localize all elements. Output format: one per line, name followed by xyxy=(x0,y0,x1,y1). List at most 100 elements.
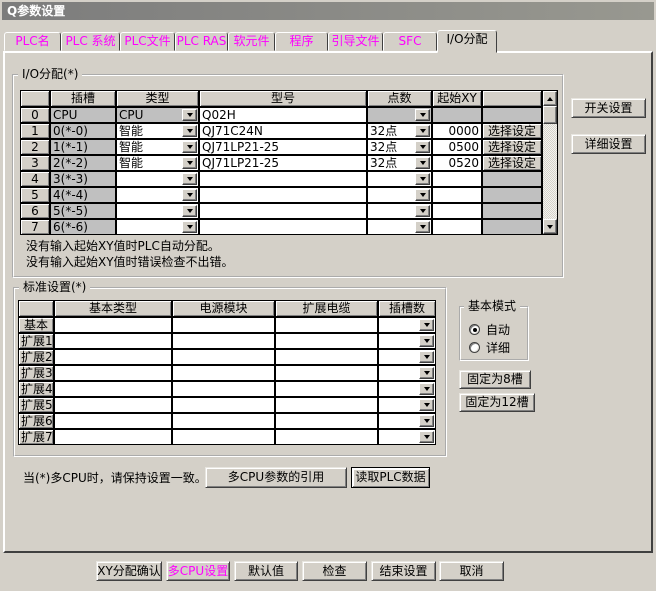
row-select-button[interactable]: 6 xyxy=(20,203,50,219)
model-input[interactable]: Q02H xyxy=(199,107,367,123)
tab-boot-file[interactable]: 引导文件 xyxy=(328,32,383,51)
slot-count-dropdown[interactable] xyxy=(378,333,436,349)
ext-cable-cell[interactable] xyxy=(275,397,378,413)
base-type-cell[interactable] xyxy=(54,397,172,413)
type-dropdown[interactable]: 智能 xyxy=(116,155,199,171)
base-type-cell[interactable] xyxy=(54,413,172,429)
read-plc-data-button[interactable]: 读取PLC数据 xyxy=(351,467,430,488)
dropdown-arrow-icon[interactable] xyxy=(182,173,197,185)
dropdown-arrow-icon[interactable] xyxy=(419,415,434,427)
points-dropdown[interactable] xyxy=(367,107,432,123)
power-module-cell[interactable] xyxy=(172,349,275,365)
model-input[interactable]: QJ71LP21-25 xyxy=(199,139,367,155)
model-input[interactable] xyxy=(199,187,367,203)
select-setting-button[interactable]: 选择设定 xyxy=(482,139,542,155)
power-module-cell[interactable] xyxy=(172,317,275,333)
power-module-cell[interactable] xyxy=(172,365,275,381)
model-input[interactable]: QJ71LP21-25 xyxy=(199,155,367,171)
power-module-cell[interactable] xyxy=(172,429,275,445)
fix-8-slot-button[interactable]: 固定为8槽 xyxy=(459,370,531,389)
dropdown-arrow-icon[interactable] xyxy=(419,399,434,411)
row-select-button[interactable]: 3 xyxy=(20,155,50,171)
tab-io-assignment[interactable]: I/O分配 xyxy=(437,30,497,53)
row-header-button[interactable]: 扩展7 xyxy=(18,429,54,445)
type-dropdown[interactable] xyxy=(116,187,199,203)
ext-cable-cell[interactable] xyxy=(275,429,378,445)
dropdown-arrow-icon[interactable] xyxy=(182,189,197,201)
type-dropdown[interactable] xyxy=(116,219,199,235)
dropdown-arrow-icon[interactable] xyxy=(182,109,197,121)
model-input[interactable] xyxy=(199,171,367,187)
power-module-cell[interactable] xyxy=(172,333,275,349)
tab-plc-file[interactable]: PLC文件 xyxy=(120,32,175,51)
cancel-button[interactable]: 取消 xyxy=(439,561,504,581)
points-dropdown[interactable] xyxy=(367,203,432,219)
row-select-button[interactable]: 7 xyxy=(20,219,50,235)
dropdown-arrow-icon[interactable] xyxy=(415,221,430,233)
slot-count-dropdown[interactable] xyxy=(378,381,436,397)
start-xy-input[interactable] xyxy=(432,171,482,187)
tab-plc-name[interactable]: PLC名 xyxy=(4,32,61,51)
slot-count-dropdown[interactable] xyxy=(378,413,436,429)
slot-count-dropdown[interactable] xyxy=(378,397,436,413)
points-dropdown[interactable]: 32点 xyxy=(367,155,432,171)
row-select-button[interactable]: 1 xyxy=(20,123,50,139)
check-button[interactable]: 检查 xyxy=(302,561,367,581)
ext-cable-cell[interactable] xyxy=(275,349,378,365)
select-setting-button[interactable]: 选择设定 xyxy=(482,123,542,139)
power-module-cell[interactable] xyxy=(172,413,275,429)
start-xy-input[interactable] xyxy=(432,203,482,219)
scroll-down-button[interactable] xyxy=(543,219,557,234)
slot-count-dropdown[interactable] xyxy=(378,349,436,365)
dropdown-arrow-icon[interactable] xyxy=(182,157,197,169)
model-input[interactable]: QJ71C24N xyxy=(199,123,367,139)
model-input[interactable] xyxy=(199,219,367,235)
dropdown-arrow-icon[interactable] xyxy=(419,367,434,379)
multi-cpu-parameter-ref-button[interactable]: 多CPU参数的引用 xyxy=(205,467,347,488)
row-header-button[interactable]: 基本 xyxy=(18,317,54,333)
tab-plc-system[interactable]: PLC 系统 xyxy=(61,32,120,51)
multi-cpu-setting-button[interactable]: 多CPU设置 xyxy=(166,561,230,581)
ext-cable-cell[interactable] xyxy=(275,333,378,349)
row-header-button[interactable]: 扩展3 xyxy=(18,365,54,381)
dropdown-arrow-icon[interactable] xyxy=(415,189,430,201)
dropdown-arrow-icon[interactable] xyxy=(415,141,430,153)
type-dropdown[interactable] xyxy=(116,203,199,219)
type-dropdown[interactable]: 智能 xyxy=(116,123,199,139)
dropdown-arrow-icon[interactable] xyxy=(415,205,430,217)
dropdown-arrow-icon[interactable] xyxy=(419,431,434,443)
points-dropdown[interactable] xyxy=(367,219,432,235)
type-dropdown[interactable]: 智能 xyxy=(116,139,199,155)
dropdown-arrow-icon[interactable] xyxy=(415,109,430,121)
xy-assignment-confirm-button[interactable]: XY分配确认 xyxy=(96,561,162,581)
scroll-thumb[interactable] xyxy=(543,106,557,124)
type-dropdown[interactable]: CPU xyxy=(116,107,199,123)
power-module-cell[interactable] xyxy=(172,381,275,397)
dropdown-arrow-icon[interactable] xyxy=(419,335,434,347)
points-dropdown[interactable]: 32点 xyxy=(367,123,432,139)
end-setting-button[interactable]: 结束设置 xyxy=(371,561,436,581)
points-dropdown[interactable]: 32点 xyxy=(367,139,432,155)
dropdown-arrow-icon[interactable] xyxy=(415,157,430,169)
model-input[interactable] xyxy=(199,203,367,219)
start-xy-input[interactable] xyxy=(432,187,482,203)
start-xy-input[interactable]: 0000 xyxy=(432,123,482,139)
ext-cable-cell[interactable] xyxy=(275,317,378,333)
start-xy-input[interactable] xyxy=(432,219,482,235)
default-value-button[interactable]: 默认值 xyxy=(234,561,298,581)
slot-count-dropdown[interactable] xyxy=(378,365,436,381)
row-header-button[interactable]: 扩展1 xyxy=(18,333,54,349)
start-xy-input[interactable]: 0520 xyxy=(432,155,482,171)
dropdown-arrow-icon[interactable] xyxy=(182,125,197,137)
row-select-button[interactable]: 5 xyxy=(20,187,50,203)
radio-checked-icon[interactable] xyxy=(469,324,480,335)
row-select-button[interactable]: 4 xyxy=(20,171,50,187)
points-dropdown[interactable] xyxy=(367,171,432,187)
row-select-button[interactable]: 2 xyxy=(20,139,50,155)
dropdown-arrow-icon[interactable] xyxy=(182,221,197,233)
select-setting-button[interactable]: 选择设定 xyxy=(482,155,542,171)
base-type-cell[interactable] xyxy=(54,349,172,365)
dropdown-arrow-icon[interactable] xyxy=(182,141,197,153)
base-type-cell[interactable] xyxy=(54,365,172,381)
base-type-cell[interactable] xyxy=(54,333,172,349)
